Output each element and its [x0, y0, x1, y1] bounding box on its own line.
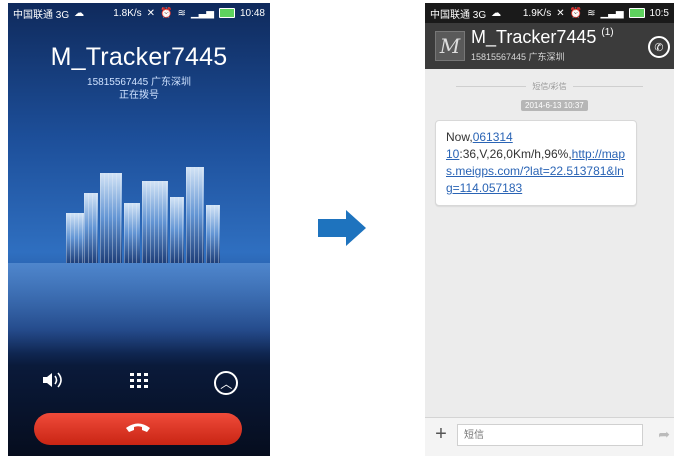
- contact-number-location: 15815567445 广东深圳: [471, 52, 565, 62]
- dialpad-button[interactable]: [124, 368, 154, 398]
- sms-screen: 中国联通 3G ☁ 1.9K/s ✕ ⏰ ≋ ▁▃▅ 10:5 M M_Trac…: [425, 3, 674, 456]
- carrier-label: 中国联通 3G: [13, 9, 70, 21]
- pin-icon: ✕: [146, 7, 156, 19]
- call-controls: ︿: [8, 363, 270, 403]
- city-skyline-image: [8, 153, 270, 353]
- message-timestamp: 2014-6-13 10:37: [521, 100, 588, 111]
- cloud-icon: ☁: [491, 7, 502, 19]
- avatar[interactable]: M: [435, 31, 465, 61]
- unread-count: (1): [601, 27, 614, 38]
- signal-icon: ▁▃▅: [600, 7, 624, 19]
- network-speed: 1.8K/s: [113, 7, 142, 19]
- compose-bar: + ➦: [425, 417, 674, 456]
- network-speed: 1.9K/s: [522, 7, 552, 19]
- call-status: 正在拨号: [119, 90, 159, 101]
- message-bubble: Now,061314 10:36,V,26,0Km/h,96%,http://m…: [435, 120, 637, 206]
- battery-icon: [628, 8, 645, 18]
- battery-icon: [218, 8, 235, 18]
- phone-call-icon[interactable]: ✆: [648, 36, 670, 58]
- wifi-icon: ≋: [587, 7, 596, 19]
- send-icon[interactable]: ➦: [658, 426, 670, 443]
- signal-icon: ▁▃▅: [190, 7, 214, 19]
- carrier-label: 中国联通 3G: [430, 9, 487, 21]
- chevron-up-icon: ︿: [214, 371, 239, 395]
- speaker-button[interactable]: [37, 368, 67, 398]
- more-options-button[interactable]: ︿: [211, 368, 241, 398]
- clock-time: 10:48: [239, 7, 265, 19]
- status-bar: 中国联通 3G ☁ 1.9K/s ✕ ⏰ ≋ ▁▃▅ 10:5: [425, 3, 674, 23]
- message-type-divider: 短信/彩信: [425, 81, 674, 92]
- hang-up-icon: [125, 420, 151, 438]
- contact-name: M_Tracker7445 (1): [471, 27, 614, 48]
- alarm-icon: ⏰: [569, 7, 583, 19]
- status-bar: 中国联通 3G ☁ 1.8K/s ✕ ⏰ ≋ ▁▃▅ 10:48: [8, 3, 270, 23]
- pin-icon: ✕: [556, 7, 565, 19]
- message-text-cont: :36,V,26,0Km/h,96%,: [459, 147, 572, 161]
- end-call-button[interactable]: [34, 413, 242, 445]
- contact-name-text: M_Tracker7445: [471, 27, 597, 47]
- alarm-icon: ⏰: [160, 7, 173, 19]
- cloud-icon: ☁: [74, 7, 85, 19]
- conversation-header: M M_Tracker7445 (1) 15815567445 广东深圳 ✆: [425, 23, 674, 69]
- clock-time: 10:5: [649, 7, 669, 19]
- speaker-icon: [41, 370, 63, 396]
- wifi-icon: ≋: [177, 7, 186, 19]
- call-screen: 中国联通 3G ☁ 1.8K/s ✕ ⏰ ≋ ▁▃▅ 10:48 M_Track…: [8, 3, 270, 456]
- divider-label: 短信/彩信: [532, 82, 567, 91]
- attach-plus-icon[interactable]: +: [431, 424, 451, 444]
- sms-input[interactable]: [457, 424, 643, 446]
- caller-name: M_Tracker7445: [50, 43, 228, 71]
- dialpad-icon: [129, 372, 148, 395]
- message-text: Now,: [446, 130, 473, 144]
- arrow-right-icon: [318, 210, 366, 246]
